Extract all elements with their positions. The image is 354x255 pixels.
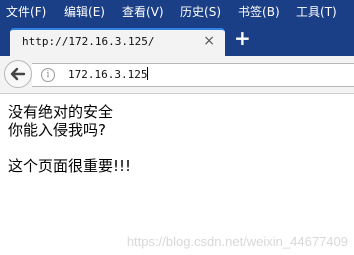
- content-line: 没有绝对的安全: [8, 103, 114, 121]
- close-icon[interactable]: ×: [203, 33, 215, 49]
- menu-file[interactable]: 文件(F): [6, 0, 46, 24]
- tab-strip: http://172.16.3.125/ ×: [0, 24, 354, 56]
- info-icon[interactable]: i: [41, 68, 55, 82]
- back-button[interactable]: [4, 60, 32, 88]
- menu-edit[interactable]: 编辑(E): [64, 0, 105, 24]
- menu-history[interactable]: 历史(S): [180, 0, 221, 24]
- new-tab-button[interactable]: +: [234, 28, 251, 48]
- watermark: https://blog.csdn.net/weixin_44677409: [126, 234, 348, 249]
- text-caret: [147, 67, 149, 80]
- url-input[interactable]: 172.16.3.125: [68, 67, 149, 83]
- tab-title: http://172.16.3.125/: [22, 35, 155, 48]
- menu-bookmarks[interactable]: 书签(B): [238, 0, 280, 24]
- menu-bar: 文件(F) 编辑(E) 查看(V) 历史(S) 书签(B) 工具(T): [0, 0, 354, 24]
- content-line: 这个页面很重要!!!: [8, 157, 132, 175]
- menu-view[interactable]: 查看(V): [122, 0, 164, 24]
- navigation-bar: i 172.16.3.125: [0, 56, 354, 94]
- arrow-left-icon: [10, 67, 26, 81]
- menu-tools[interactable]: 工具(T): [296, 0, 337, 24]
- tab-active[interactable]: http://172.16.3.125/ ×: [10, 28, 225, 56]
- url-bar[interactable]: i 172.16.3.125: [32, 63, 354, 87]
- page-content: 没有绝对的安全 你能入侵我吗? 这个页面很重要!!! https://blog.…: [0, 95, 354, 255]
- browser-window: 文件(F) 编辑(E) 查看(V) 历史(S) 书签(B) 工具(T) http…: [0, 0, 354, 255]
- content-line: 你能入侵我吗?: [8, 121, 106, 139]
